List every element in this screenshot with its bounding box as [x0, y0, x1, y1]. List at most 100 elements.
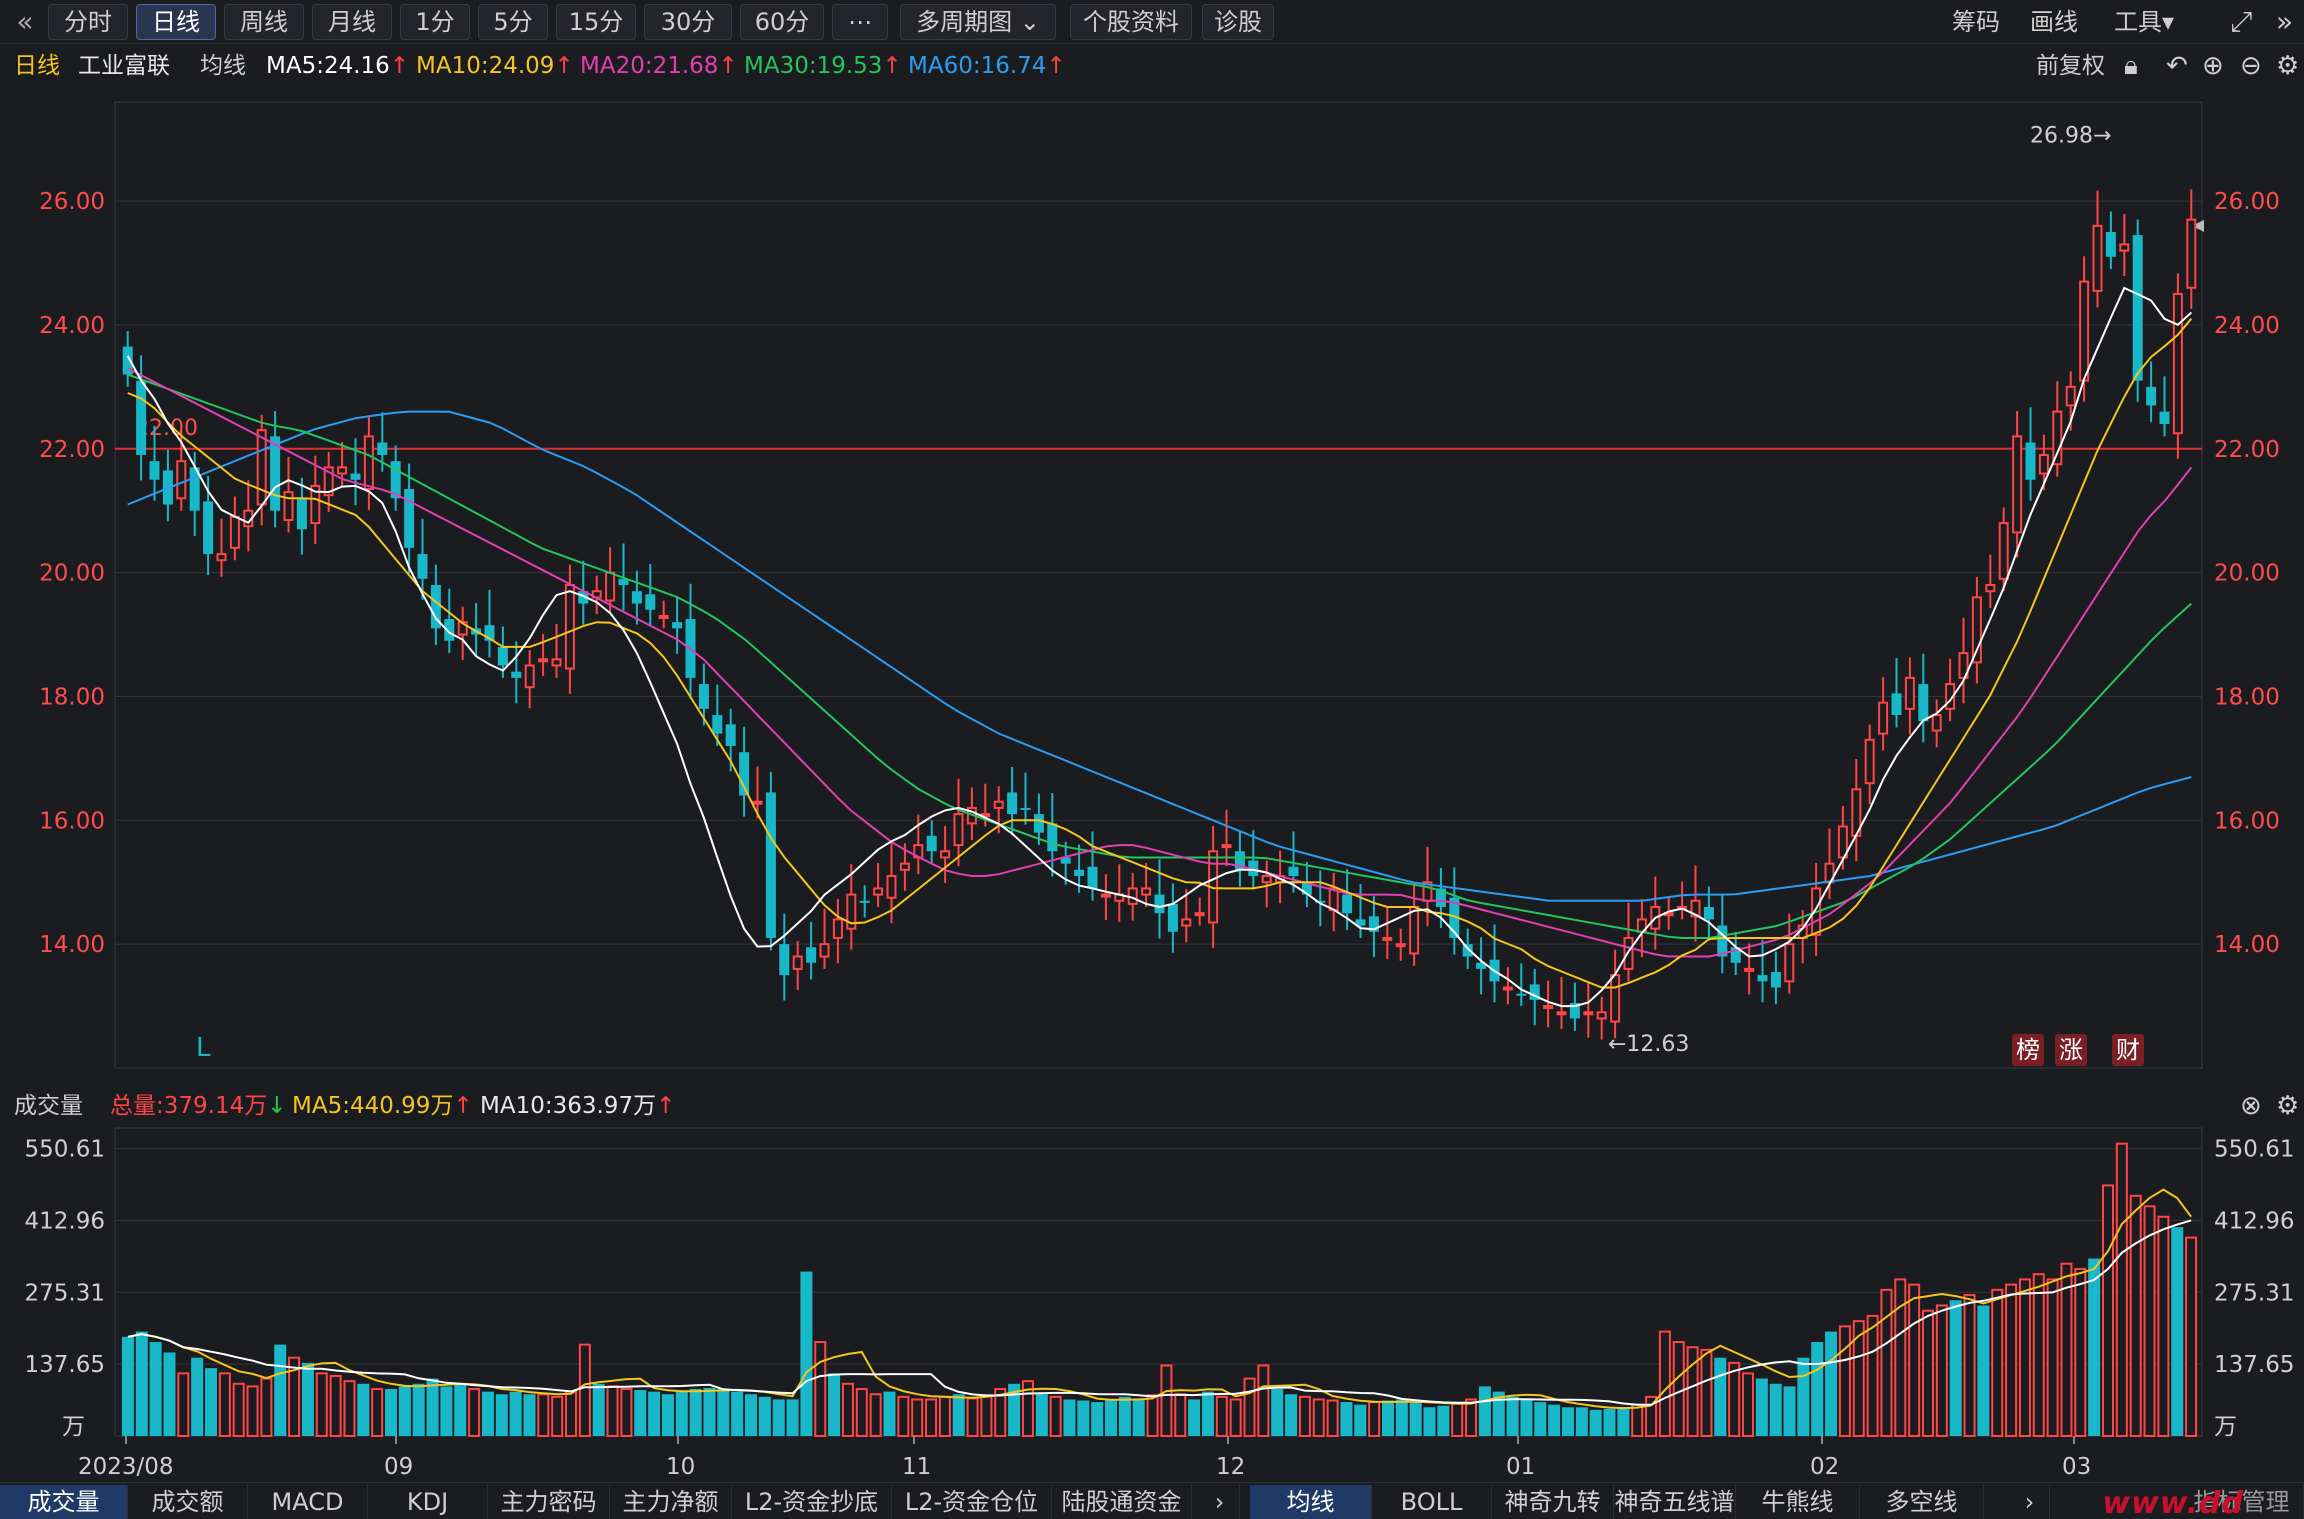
draw-line-button[interactable]: 画线	[2030, 4, 2078, 40]
toolbar-button-0[interactable]: 分时	[48, 4, 128, 40]
volume-bar	[911, 1398, 924, 1438]
tabs-scroll-icon[interactable]: ›	[1200, 1485, 1240, 1519]
volume-bar	[1049, 1395, 1062, 1437]
limit-up-badge[interactable]: 涨	[2055, 1034, 2087, 1066]
candle-body	[270, 436, 281, 511]
toolbar-button-12[interactable]: 诊股	[1202, 4, 1274, 40]
volume-bar	[731, 1391, 744, 1436]
indicator-tab-4[interactable]: 主力密码	[488, 1485, 610, 1519]
candle-body	[1087, 866, 1098, 889]
volume-bar	[745, 1394, 758, 1436]
toolbar-button-3[interactable]: 月线	[312, 4, 392, 40]
volume-bar	[315, 1372, 328, 1437]
candle-body	[2012, 435, 2023, 534]
volume-bar	[1797, 1357, 1810, 1436]
candle-body	[1167, 903, 1178, 932]
overlay-tab-3[interactable]: 神奇五线谱	[1614, 1485, 1736, 1519]
volume-bar	[1589, 1409, 1602, 1436]
volume-total: 总量:379.14万↓	[110, 1093, 287, 1119]
overlay-tab-2[interactable]: 神奇九转	[1492, 1485, 1614, 1519]
volume-chart[interactable]: 550.61 550.61 412.96 412.96 275.31 275.31 137.…	[0, 1124, 2304, 1484]
candle-body	[2079, 280, 2090, 382]
volume-bar	[1077, 1400, 1090, 1436]
indicator-tab-2[interactable]: MACD	[248, 1485, 368, 1519]
volume-bar	[149, 1342, 162, 1436]
volume-tick-left: 412.96	[25, 1208, 105, 1234]
toolbar-button-10[interactable]: 多周期图 ⌄	[900, 4, 1056, 40]
indicator-tab-7[interactable]: L2-资金仓位	[892, 1485, 1052, 1519]
toolbar-button-11[interactable]: 个股资料	[1070, 4, 1192, 40]
volume-bar	[1201, 1391, 1214, 1436]
volume-bar	[1908, 1283, 1921, 1437]
volume-bar	[1783, 1386, 1796, 1436]
zoom-out-icon[interactable]: ⊖	[2240, 48, 2262, 84]
candle-body	[2186, 218, 2197, 289]
undo-icon[interactable]: ↶	[2166, 48, 2188, 84]
indicator-tab-6[interactable]: L2-资金抄底	[732, 1485, 892, 1519]
volume-bar	[2046, 1278, 2059, 1437]
candle-body	[672, 622, 683, 629]
zoom-in-icon[interactable]: ⊕	[2202, 48, 2224, 84]
toolbar-button-2[interactable]: 周线	[224, 4, 304, 40]
volume-bar	[786, 1399, 799, 1436]
lock-icon[interactable]: 🔒︎	[2124, 48, 2138, 84]
volume-ma5: MA5:440.99万↑	[292, 1093, 473, 1119]
toolbar-button-8[interactable]: 60分	[740, 4, 824, 40]
overlay-tab-1[interactable]: BOLL	[1372, 1485, 1492, 1519]
back-icon[interactable]: «	[10, 4, 40, 40]
overlay-tab-0[interactable]: 均线	[1250, 1485, 1372, 1519]
toolbar-button-4[interactable]: 1分	[400, 4, 470, 40]
volume-bar	[1769, 1383, 1782, 1436]
volume-settings-icon[interactable]: ⚙	[2276, 1088, 2299, 1124]
toolbar-button-1[interactable]: 日线	[136, 4, 216, 40]
overlay-tab-4[interactable]: 牛熊线	[1736, 1485, 1860, 1519]
toolbar-button-9[interactable]: ⋯	[832, 4, 888, 40]
indicator-tab-8[interactable]: 陆股通资金	[1052, 1485, 1192, 1519]
close-volume-icon[interactable]: ⊗	[2240, 1088, 2262, 1124]
indicator-tab-0[interactable]: 成交量	[0, 1485, 128, 1519]
toolbar-button-7[interactable]: 30分	[644, 4, 732, 40]
candle-body	[953, 813, 964, 847]
volume-bar	[1617, 1407, 1630, 1436]
tabs-right-scroll-icon[interactable]: ›	[2010, 1485, 2050, 1519]
volume-bar	[925, 1398, 938, 1438]
volume-tick-right: 137.65	[2214, 1352, 2294, 1378]
tools-button[interactable]: 工具▾	[2114, 4, 2174, 40]
volume-unit-left: 万	[62, 1414, 85, 1440]
fullscreen-icon[interactable]: ⤢	[2230, 4, 2252, 40]
volume-tick-left: 550.61	[25, 1137, 105, 1163]
candle-body	[779, 944, 790, 976]
indicator-tab-5[interactable]: 主力净额	[610, 1485, 732, 1519]
candle-body	[2132, 235, 2143, 381]
volume-bar	[1298, 1395, 1311, 1437]
volume-bar	[1215, 1395, 1228, 1437]
volume-bar	[1825, 1331, 1838, 1436]
chips-button[interactable]: 筹码	[1952, 4, 2000, 40]
indicator-tab-1[interactable]: 成交额	[128, 1485, 248, 1519]
volume-bar	[1561, 1407, 1574, 1436]
volume-bar	[1935, 1304, 1948, 1437]
volume-bar	[675, 1391, 688, 1436]
toolbar-button-5[interactable]: 5分	[478, 4, 548, 40]
volume-bar	[841, 1382, 854, 1437]
candle-body	[1703, 907, 1714, 920]
settings-icon[interactable]: ⚙	[2276, 48, 2299, 84]
overlay-tab-5[interactable]: 多空线	[1860, 1485, 1984, 1519]
adjust-mode[interactable]: 前复权	[2036, 46, 2105, 86]
candle-body	[337, 466, 348, 475]
candle-body	[1784, 943, 1795, 983]
volume-bar	[565, 1390, 578, 1437]
price-chart[interactable]: 26.00 26.00 24.00 24.00 22.00 22.00 20.00 20.00…	[0, 86, 2304, 1086]
volume-bar	[163, 1352, 176, 1436]
indicator-tab-3[interactable]: KDJ	[368, 1485, 488, 1519]
next-icon[interactable]: »	[2276, 4, 2293, 40]
volume-bar	[966, 1397, 979, 1438]
volume-bar	[800, 1271, 813, 1436]
volume-bar	[385, 1389, 398, 1436]
volume-bar	[1409, 1402, 1422, 1436]
finance-badge[interactable]: 财	[2112, 1034, 2144, 1066]
toolbar-button-6[interactable]: 15分	[556, 4, 636, 40]
rank-badge[interactable]: 榜	[2012, 1034, 2044, 1066]
volume-bar	[1229, 1398, 1242, 1438]
candle-body	[2105, 232, 2116, 257]
